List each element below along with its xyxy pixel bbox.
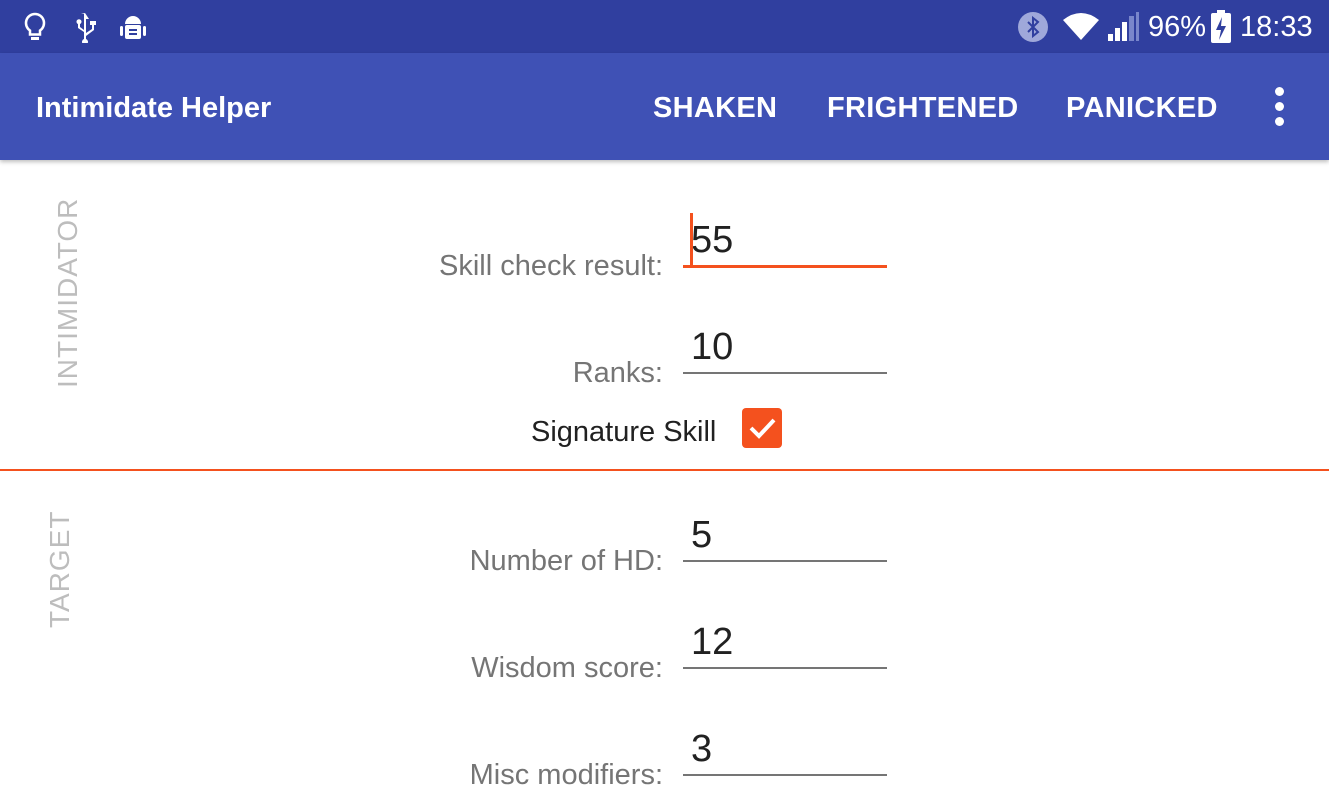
battery-percent: 96% — [1148, 11, 1207, 43]
frightened-button[interactable]: FRIGHTENED — [827, 89, 1019, 127]
ranks-input[interactable] — [683, 322, 887, 374]
hd-label: Number of HD: — [469, 545, 663, 577]
skill-check-label: Skill check result: — [438, 250, 663, 282]
app-title: Intimidate Helper — [36, 92, 272, 124]
signal-icon — [1106, 10, 1140, 44]
skill-check-input[interactable] — [683, 216, 887, 268]
shaken-button[interactable]: SHAKEN — [653, 89, 777, 127]
section-divider — [0, 469, 1329, 471]
ranks-label: Ranks: — [572, 357, 663, 389]
target-section-label: TARGET — [44, 510, 75, 628]
wisdom-input[interactable] — [683, 617, 887, 669]
check-icon — [749, 418, 776, 439]
misc-label: Misc modifiers: — [469, 759, 663, 791]
text-cursor — [690, 213, 693, 267]
signature-skill-label: Signature Skill — [531, 416, 717, 448]
intimidator-section-label: INTIMIDATOR — [52, 197, 83, 388]
lightbulb-icon — [18, 10, 52, 44]
wifi-icon — [1062, 10, 1100, 44]
misc-input[interactable] — [683, 724, 887, 776]
android-debug-icon — [116, 10, 150, 44]
hd-input[interactable] — [683, 510, 887, 562]
battery-charging-icon — [1208, 10, 1234, 44]
status-bar: 96% 18:33 — [0, 0, 1329, 53]
signature-skill-checkbox[interactable] — [742, 408, 782, 448]
more-vert-icon[interactable] — [1266, 87, 1294, 127]
wisdom-label: Wisdom score: — [471, 652, 663, 684]
bluetooth-icon — [1016, 10, 1050, 44]
usb-icon — [68, 10, 102, 44]
panicked-button[interactable]: PANICKED — [1066, 89, 1218, 127]
app-bar: Intimidate Helper SHAKEN FRIGHTENED PANI… — [0, 53, 1329, 160]
clock: 18:33 — [1240, 11, 1313, 43]
